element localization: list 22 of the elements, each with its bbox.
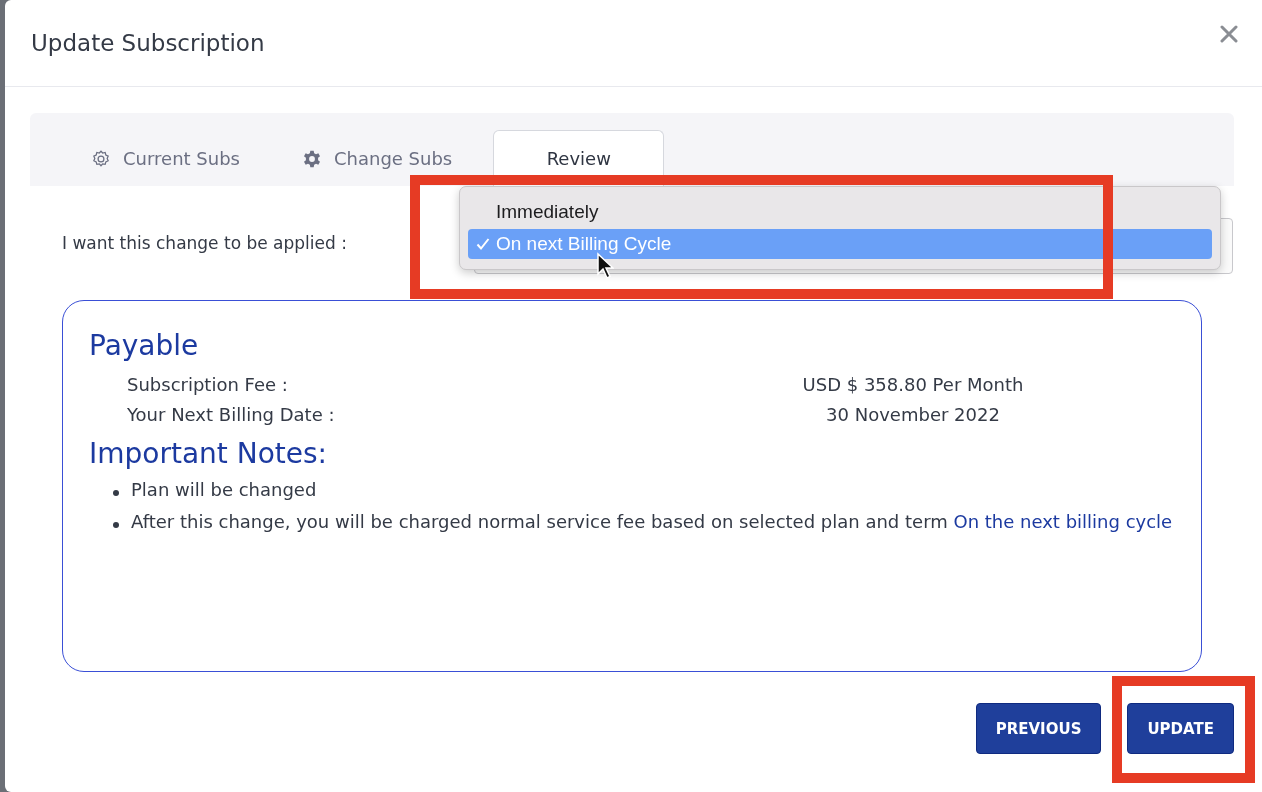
tab[interactable]: Change Subs [280,130,474,186]
link[interactable]: On the next billing cycle [953,510,1173,532]
row-label: Your Next Billing Date : [127,404,336,425]
row-label: Subscription Fee : [127,374,289,395]
action-button[interactable]: PREVIOUS [975,703,1102,754]
menu-option[interactable]: Immediately [468,197,1212,227]
dialog-title: Update Subscription [31,30,265,56]
note-text: Plan will be changed [131,478,317,502]
section-heading: Important Notes: [89,437,328,470]
bullet-icon [113,521,119,528]
field-label: I want this change to be applied : [62,233,347,253]
gear-icon [301,148,322,169]
check-icon [476,237,490,251]
bullet-icon [113,490,119,496]
note-text: After this change, you will be charged normal service fee based on selected plan and term On the next billing cycle [131,509,1173,534]
close-icon[interactable] [1220,25,1238,43]
action-button[interactable]: UPDATE [1127,703,1234,754]
section-heading: Payable [89,329,200,362]
tab[interactable]: Current Subs [70,130,261,186]
row-value: USD $ 358.80 Per Month [801,374,1025,395]
gear-icon [91,148,111,169]
row-value: 30 November 2022 [825,404,1001,425]
